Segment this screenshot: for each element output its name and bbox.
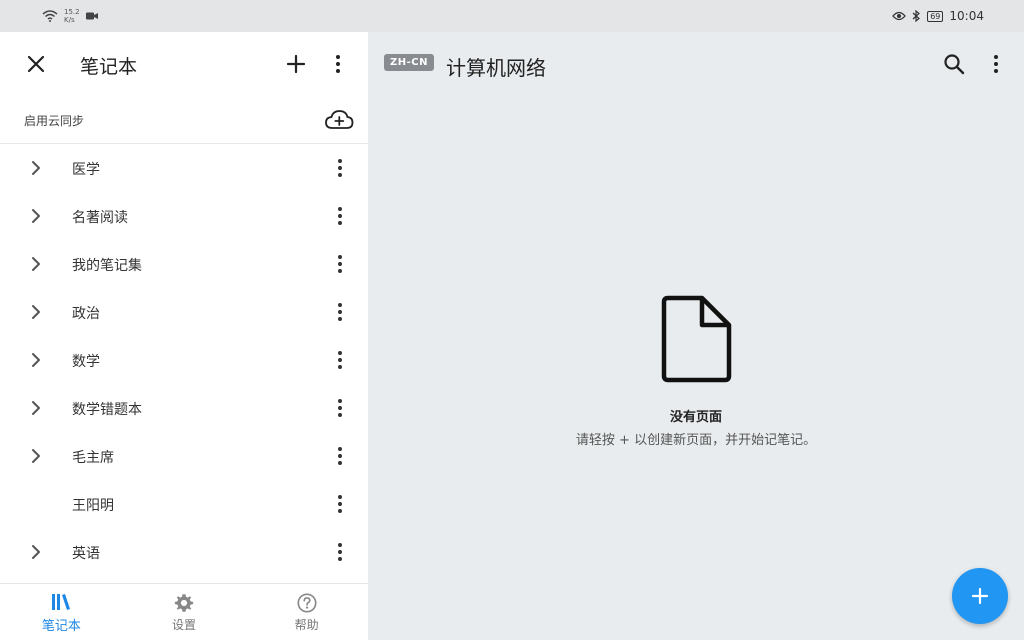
network-speed: 15.2 K/s [64, 8, 80, 24]
chevron-right-icon[interactable] [26, 302, 46, 322]
notebook-drawer: 笔记本 启用云同步 医学 名著阅读 我的笔记集 政治 数学 数学错题本 毛主席 … [0, 32, 368, 640]
more-vert-icon[interactable] [324, 50, 352, 78]
more-vert-icon[interactable] [328, 444, 352, 468]
more-vert-icon[interactable] [328, 540, 352, 564]
drawer-header: 笔记本 [0, 32, 368, 96]
main-content: ZH-CN 计算机网络 没有页面 请轻按 + 以创建新页面，并开始记笔记。 [368, 32, 1024, 640]
language-badge: ZH-CN [384, 54, 434, 71]
more-vert-icon[interactable] [328, 252, 352, 276]
more-vert-icon[interactable] [328, 348, 352, 372]
clock: 10:04 [949, 9, 984, 23]
status-bar: 15.2 K/s 69 10:04 [0, 0, 1024, 32]
search-icon[interactable] [940, 50, 968, 78]
bottom-nav: 笔记本 设置 帮助 [0, 583, 368, 640]
close-icon[interactable] [22, 50, 50, 78]
chevron-right-icon[interactable] [26, 446, 46, 466]
notebook-label: 英语 [72, 546, 100, 562]
bluetooth-icon [912, 10, 921, 22]
gear-icon [174, 593, 194, 612]
more-vert-icon[interactable] [982, 50, 1010, 78]
wifi-icon [42, 10, 58, 22]
cloud-sync-label: 启用云同步 [24, 114, 85, 128]
notebook-label: 王阳明 [72, 498, 114, 514]
notebook-label: 医学 [72, 162, 100, 178]
notebook-item[interactable]: 数学 [0, 336, 368, 384]
more-vert-icon[interactable] [328, 300, 352, 324]
page-title: 计算机网络 [446, 56, 546, 80]
notebook-item[interactable]: 政治 [0, 288, 368, 336]
more-vert-icon[interactable] [328, 156, 352, 180]
notebook-list: 医学 名著阅读 我的笔记集 政治 数学 数学错题本 毛主席 王阳明 英语 [0, 144, 368, 576]
notebook-item[interactable]: 王阳明 [0, 480, 368, 528]
notebook-label: 毛主席 [72, 450, 114, 466]
nav-help-label: 帮助 [294, 617, 319, 632]
more-vert-icon[interactable] [328, 492, 352, 516]
help-icon [297, 592, 317, 613]
notebook-item[interactable]: 医学 [0, 144, 368, 192]
notebook-label: 我的笔记集 [72, 258, 142, 274]
chevron-right-icon[interactable] [26, 542, 46, 562]
cloud-sync-row[interactable]: 启用云同步 [0, 96, 368, 144]
library-books-icon [52, 593, 71, 610]
notebook-item[interactable]: 英语 [0, 528, 368, 576]
more-vert-icon[interactable] [328, 204, 352, 228]
eye-icon [892, 11, 907, 21]
notebook-label: 数学错题本 [72, 402, 142, 418]
video-camera-icon [85, 12, 98, 20]
empty-state-title: 没有页面 [669, 410, 722, 425]
chevron-right-icon[interactable] [26, 206, 46, 226]
chevron-right-icon[interactable] [26, 350, 46, 370]
drawer-title: 笔记本 [80, 56, 138, 78]
plus-icon [971, 587, 989, 605]
notebook-label: 数学 [72, 354, 100, 370]
nav-notebooks[interactable]: 笔记本 [0, 584, 123, 640]
notebook-item[interactable]: 我的笔记集 [0, 240, 368, 288]
battery-indicator: 69 [927, 10, 944, 22]
more-vert-icon[interactable] [328, 396, 352, 420]
notebook-item[interactable]: 毛主席 [0, 432, 368, 480]
notebook-item[interactable]: 名著阅读 [0, 192, 368, 240]
chevron-right-icon[interactable] [26, 254, 46, 274]
notebook-item[interactable]: 数学错题本 [0, 384, 368, 432]
nav-settings-label: 设置 [172, 617, 197, 632]
cloud-add-icon[interactable] [324, 106, 354, 134]
nav-settings[interactable]: 设置 [123, 584, 246, 640]
chevron-right-icon[interactable] [26, 398, 46, 418]
nav-help[interactable]: 帮助 [245, 584, 368, 640]
document-icon [661, 295, 732, 383]
nav-notebooks-label: 笔记本 [41, 618, 81, 634]
notebook-label: 政治 [72, 306, 100, 322]
empty-state-hint: 请轻按 + 以创建新页面，并开始记笔记。 [575, 433, 817, 448]
notebook-label: 名著阅读 [72, 210, 128, 226]
add-page-button[interactable] [952, 568, 1008, 624]
add-notebook-icon[interactable] [282, 50, 310, 78]
chevron-right-icon[interactable] [26, 158, 46, 178]
